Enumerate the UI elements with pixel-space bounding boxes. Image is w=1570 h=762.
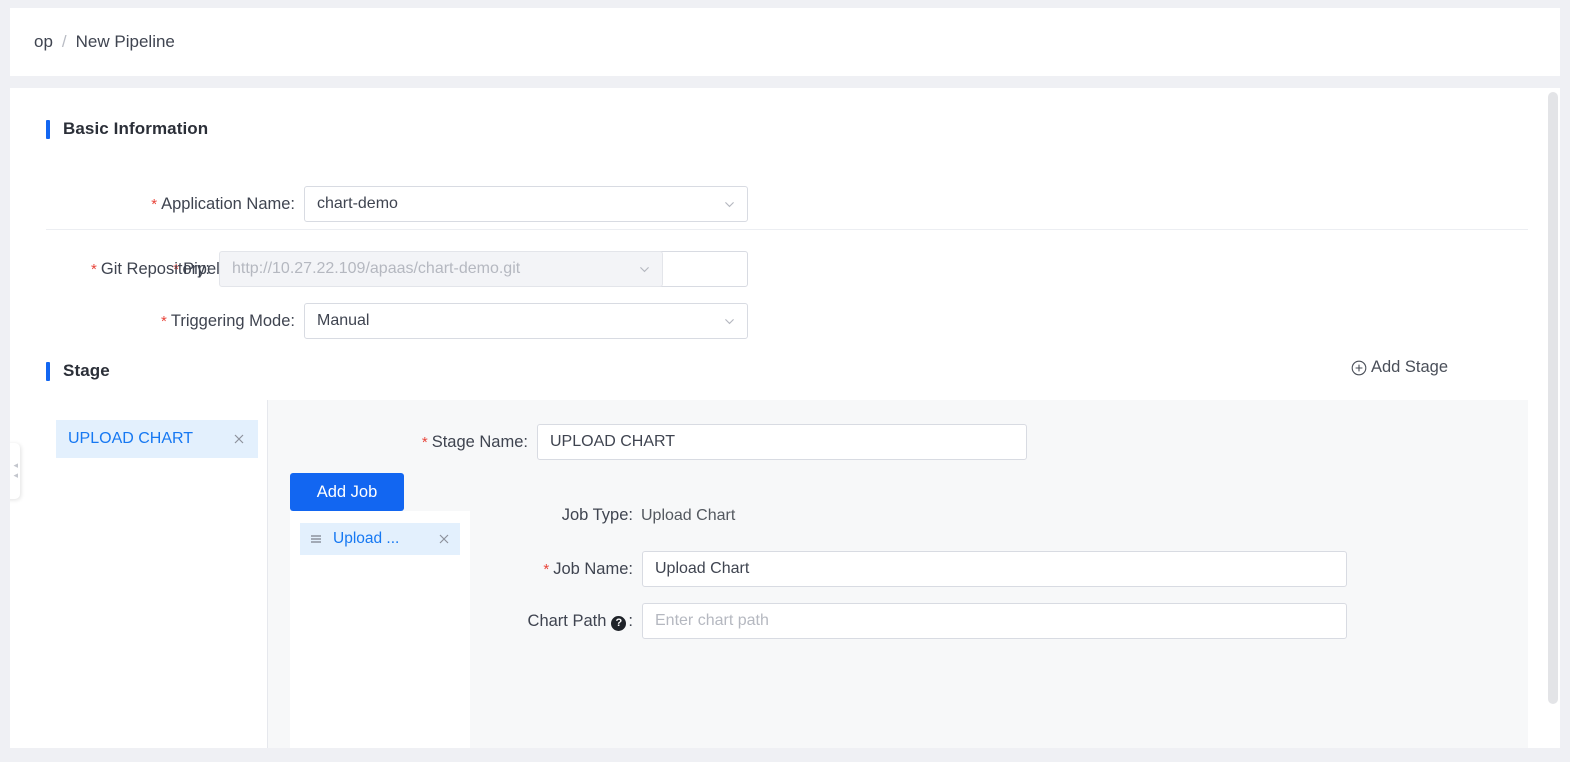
basic-information-title: Basic Information xyxy=(63,119,209,138)
form-divider xyxy=(46,229,1528,230)
vertical-scrollbar[interactable] xyxy=(1548,88,1558,748)
required-asterisk: * xyxy=(161,312,167,330)
sidebar-collapse-handle[interactable]: ◂ ◂ xyxy=(10,443,20,499)
stage-content-panel: * Stage Name: UPLOAD CHART Add Job Upload… xyxy=(268,400,1528,748)
add-stage-button[interactable]: Add Stage xyxy=(1351,358,1448,377)
add-job-button[interactable]: Add Job xyxy=(290,473,404,511)
question-mark-icon[interactable]: ? xyxy=(611,615,627,631)
chart-path-row: Chart Path?: Enter chart path xyxy=(473,603,1347,639)
job-name-label: * Job Name: xyxy=(543,559,633,578)
application-name-select[interactable]: chart-demo xyxy=(304,186,748,222)
chart-path-input[interactable]: Enter chart path xyxy=(642,603,1347,639)
add-stage-label: Add Stage xyxy=(1370,358,1448,376)
application-name-label: * Application Name: xyxy=(151,194,295,213)
git-repository-value: http://10.27.22.109/apaas/chart-demo.git xyxy=(232,260,521,277)
section-accent-bar xyxy=(46,361,50,381)
stage-name-label: * Stage Name: xyxy=(421,432,528,451)
chart-path-placeholder: Enter chart path xyxy=(655,612,769,629)
git-repository-label: * Git Repository: xyxy=(91,259,210,278)
scrollbar-thumb[interactable] xyxy=(1548,92,1558,704)
close-icon[interactable] xyxy=(437,532,451,546)
close-icon[interactable] xyxy=(232,432,246,446)
breadcrumb: op / New Pipeline xyxy=(34,32,175,52)
job-list: Upload ... xyxy=(290,511,470,748)
chevron-left-icon: ◂ ◂ xyxy=(13,460,18,480)
job-name-input[interactable]: Upload Chart xyxy=(642,551,1347,587)
triggering-mode-label: * Triggering Mode: xyxy=(161,311,295,330)
job-name-row: * Job Name: Upload Chart xyxy=(473,551,1347,587)
job-type-label: Job Type: xyxy=(561,506,633,524)
stage-name-input[interactable]: UPLOAD CHART xyxy=(537,424,1027,460)
required-asterisk: * xyxy=(91,260,97,278)
triggering-mode-value: Manual xyxy=(317,312,370,329)
git-repository-row: * Git Repository: http://10.27.22.109/apa… xyxy=(10,251,663,287)
breadcrumb-item-new-pipeline: New Pipeline xyxy=(75,32,175,51)
pipeline-form-card: Basic Information * Application Name: cha… xyxy=(10,88,1560,748)
stage-title: Stage xyxy=(63,361,110,380)
stage-name-value: UPLOAD CHART xyxy=(550,433,676,450)
job-name-value: Upload Chart xyxy=(655,560,750,577)
stage-tab-label: UPLOAD CHART xyxy=(68,430,194,447)
chevron-down-icon xyxy=(638,263,651,276)
page-header: op / New Pipeline xyxy=(10,8,1560,76)
breadcrumb-separator: / xyxy=(61,32,67,51)
required-asterisk: * xyxy=(543,560,550,578)
application-name-row: * Application Name: chart-demo xyxy=(10,186,748,222)
stage-name-row: * Stage Name: UPLOAD CHART xyxy=(398,424,1027,460)
job-type-value: Upload Chart xyxy=(641,506,736,524)
job-type-row: Job Type: Upload Chart xyxy=(473,506,736,525)
stage-area: UPLOAD CHART *Stage Name: UPLOAD CHART xyxy=(46,400,1528,748)
chevron-down-icon xyxy=(723,315,736,328)
required-asterisk: * xyxy=(421,433,428,451)
circle-plus-icon xyxy=(1351,360,1367,376)
application-name-value: chart-demo xyxy=(317,195,398,212)
hamburger-drag-icon[interactable] xyxy=(309,532,323,546)
job-item-label: Upload ... xyxy=(333,530,400,547)
stage-tab-list: UPLOAD CHART xyxy=(46,400,268,748)
git-repository-select[interactable]: http://10.27.22.109/apaas/chart-demo.git xyxy=(219,251,663,287)
chevron-down-icon xyxy=(723,198,736,211)
basic-information-heading: Basic Information xyxy=(46,118,208,140)
triggering-mode-row: * Triggering Mode: Manual xyxy=(10,303,748,339)
job-list-item-upload-chart[interactable]: Upload ... xyxy=(300,523,460,555)
breadcrumb-item-op[interactable]: op xyxy=(34,32,53,52)
required-asterisk: * xyxy=(151,195,158,213)
chart-path-label: Chart Path?: xyxy=(527,611,633,631)
pipeline-editor-page: op / New Pipeline Basic Information * App… xyxy=(0,0,1570,762)
stage-heading: Stage xyxy=(46,360,110,382)
triggering-mode-select[interactable]: Manual xyxy=(304,303,748,339)
stage-tab-upload-chart[interactable]: UPLOAD CHART xyxy=(56,420,258,458)
section-accent-bar xyxy=(46,119,50,139)
